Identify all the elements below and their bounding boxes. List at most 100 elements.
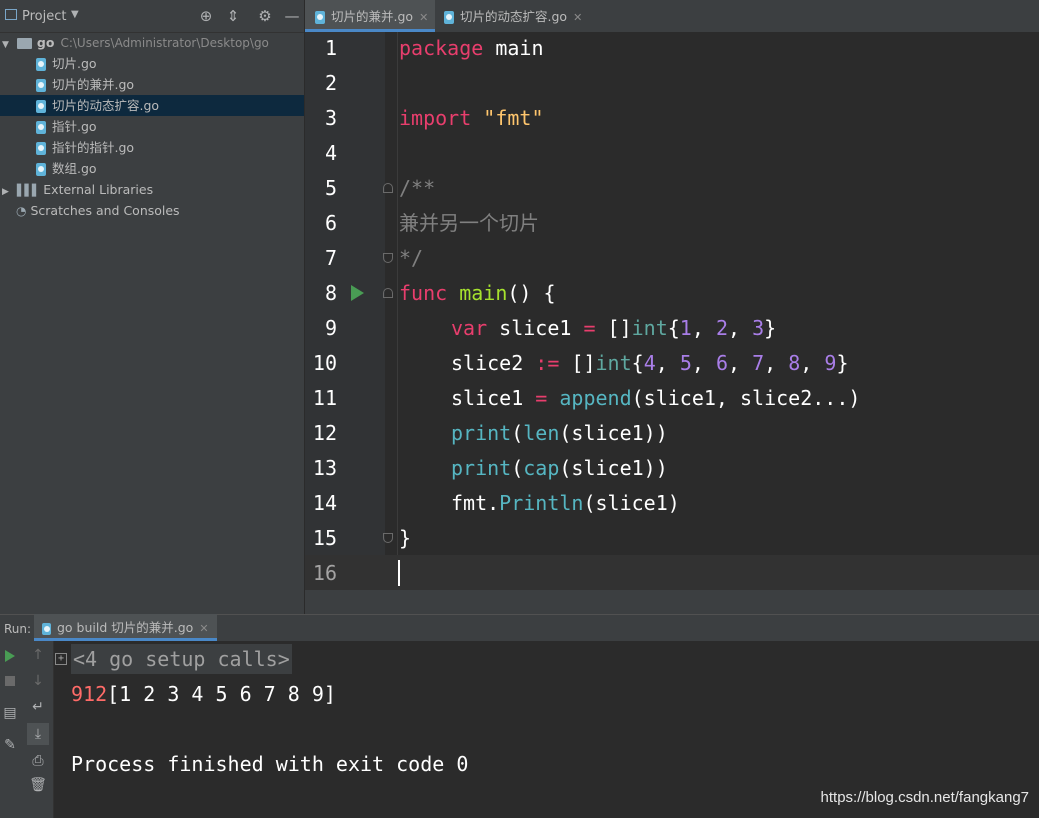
line-number: 12: [312, 421, 337, 445]
fold-marker-icon[interactable]: [383, 288, 393, 298]
text-caret: [398, 560, 400, 586]
editor-bottom-area: [305, 590, 1039, 614]
line-number: 11: [312, 386, 337, 410]
stop-icon[interactable]: [5, 676, 15, 686]
library-icon: ▌▌▌: [16, 184, 40, 197]
go-file-icon: [36, 100, 46, 113]
run-label: Run:: [4, 622, 32, 636]
go-file-icon: [36, 163, 46, 176]
minimize-icon[interactable]: —: [283, 7, 301, 25]
line-number: 10: [312, 351, 337, 375]
expand-setup-calls-icon[interactable]: +: [55, 653, 67, 665]
close-icon[interactable]: ✕: [199, 622, 208, 635]
fold-marker-icon[interactable]: [383, 253, 393, 263]
file-label: 指针的指针.go: [52, 140, 135, 155]
tree-external-libraries[interactable]: ▶ ▌▌▌ External Libraries: [0, 179, 304, 200]
code-line: fmt.Println(slice1): [451, 491, 680, 515]
project-icon: [5, 9, 17, 20]
line-number: 3: [324, 106, 337, 130]
tab-label: 切片的兼并.go: [331, 9, 414, 24]
line-number: 9: [324, 316, 337, 340]
code-line: }: [399, 526, 412, 550]
code-line: package main: [399, 36, 544, 60]
file-label: 切片的动态扩容.go: [52, 98, 160, 113]
gear-icon[interactable]: ⚙: [256, 7, 274, 25]
tree-file[interactable]: 指针.go: [0, 116, 304, 137]
code-comment: 兼并另一个切片: [399, 211, 539, 235]
expand-arrow-icon[interactable]: ▼: [2, 40, 9, 50]
tree-file[interactable]: 数组.go: [0, 158, 304, 179]
run-toolbar-left: ▤ ✎: [0, 641, 22, 818]
code-comment: */: [399, 246, 424, 270]
line-number: 14: [312, 491, 337, 515]
tree-file[interactable]: 指针的指针.go: [0, 137, 304, 158]
code-line: print(len(slice1)): [451, 421, 668, 445]
code-line: import "fmt": [399, 106, 544, 130]
close-icon[interactable]: ✕: [573, 11, 582, 24]
file-label: 切片的兼并.go: [52, 77, 135, 92]
setup-calls-fold[interactable]: <4 go setup calls>: [71, 644, 292, 674]
go-file-icon: [444, 11, 454, 24]
soft-wrap-icon[interactable]: ↵: [28, 699, 48, 715]
code-comment: /**: [399, 176, 436, 200]
code-line: func main() {: [399, 281, 556, 305]
go-file-icon: [315, 11, 325, 24]
file-label: 切片.go: [52, 56, 97, 71]
go-file-icon: [36, 58, 46, 71]
run-toolbar-right: ↑ ↓ ↵ ⤓ ⎙ 🗑: [22, 641, 54, 818]
tree-root-go[interactable]: ▼ go C:\Users\Administrator\Desktop\go: [0, 32, 304, 53]
up-arrow-icon[interactable]: ↑: [28, 647, 48, 663]
tab-qiepian-jianbing[interactable]: 切片的兼并.go ✕: [305, 0, 435, 32]
line-number: 13: [312, 456, 337, 480]
scratches-label: Scratches and Consoles: [30, 203, 180, 218]
line-number: 8: [324, 281, 337, 305]
root-folder-name: go: [36, 35, 55, 50]
fold-marker-icon[interactable]: [383, 533, 393, 543]
indent-guide: [397, 32, 398, 555]
go-file-icon: [36, 142, 46, 155]
console-line: 912[1 2 3 4 5 6 7 8 9]: [71, 682, 336, 706]
console-line: Process finished with exit code 0: [71, 752, 469, 776]
tree-scratches[interactable]: ◔ Scratches and Consoles: [0, 200, 304, 221]
scroll-to-end-icon[interactable]: ⤓: [27, 723, 49, 745]
trash-icon[interactable]: 🗑: [28, 777, 48, 793]
collapse-all-icon[interactable]: ⇕: [224, 7, 242, 25]
go-file-icon: [36, 79, 46, 92]
tree-file-selected[interactable]: 切片的动态扩容.go: [0, 95, 304, 116]
external-libraries-label: External Libraries: [43, 182, 154, 197]
root-folder-path: C:\Users\Administrator\Desktop\go: [60, 36, 269, 50]
tree-file[interactable]: 切片的兼并.go: [0, 74, 304, 95]
folder-icon: [16, 38, 32, 49]
code-line: slice2 := []int{4, 5, 6, 7, 8, 9}: [451, 351, 849, 375]
run-tab[interactable]: go build 切片的兼并.go ✕: [34, 614, 217, 641]
file-label: 指针.go: [52, 119, 97, 134]
tree-file[interactable]: 切片.go: [0, 53, 304, 74]
expand-arrow-icon[interactable]: ▶: [2, 187, 9, 197]
down-arrow-icon[interactable]: ↓: [28, 673, 48, 689]
run-tab-label: go build 切片的兼并.go: [57, 620, 194, 635]
layout-icon[interactable]: ▤: [0, 705, 20, 721]
code-line: var slice1 = []int{1, 2, 3}: [451, 316, 777, 340]
line-number: 5: [324, 176, 337, 200]
fold-marker-icon[interactable]: [383, 183, 393, 193]
go-file-icon: [42, 622, 51, 635]
project-title[interactable]: Project: [22, 9, 66, 24]
rerun-icon[interactable]: [5, 650, 15, 662]
go-file-icon: [36, 121, 46, 134]
line-number: 1: [324, 36, 337, 60]
print-icon[interactable]: ⎙: [28, 753, 48, 769]
line-number: 2: [324, 71, 337, 95]
pin-icon[interactable]: ✎: [0, 737, 20, 753]
tab-label: 切片的动态扩容.go: [460, 9, 568, 24]
run-gutter-icon[interactable]: [351, 285, 364, 301]
scratches-icon: ◔: [16, 204, 27, 218]
close-icon[interactable]: ✕: [419, 11, 428, 24]
locate-icon[interactable]: ⊕: [197, 7, 215, 25]
code-line: print(cap(slice1)): [451, 456, 668, 480]
chevron-down-icon[interactable]: ▼: [71, 9, 79, 20]
project-panel-header: Project ▼ ⊕ ⇕ ⚙ —: [0, 0, 304, 33]
tab-qiepian-dongtai[interactable]: 切片的动态扩容.go ✕: [436, 0, 586, 32]
line-number: 6: [324, 211, 337, 235]
file-label: 数组.go: [52, 161, 97, 176]
line-number: 4: [324, 141, 337, 165]
